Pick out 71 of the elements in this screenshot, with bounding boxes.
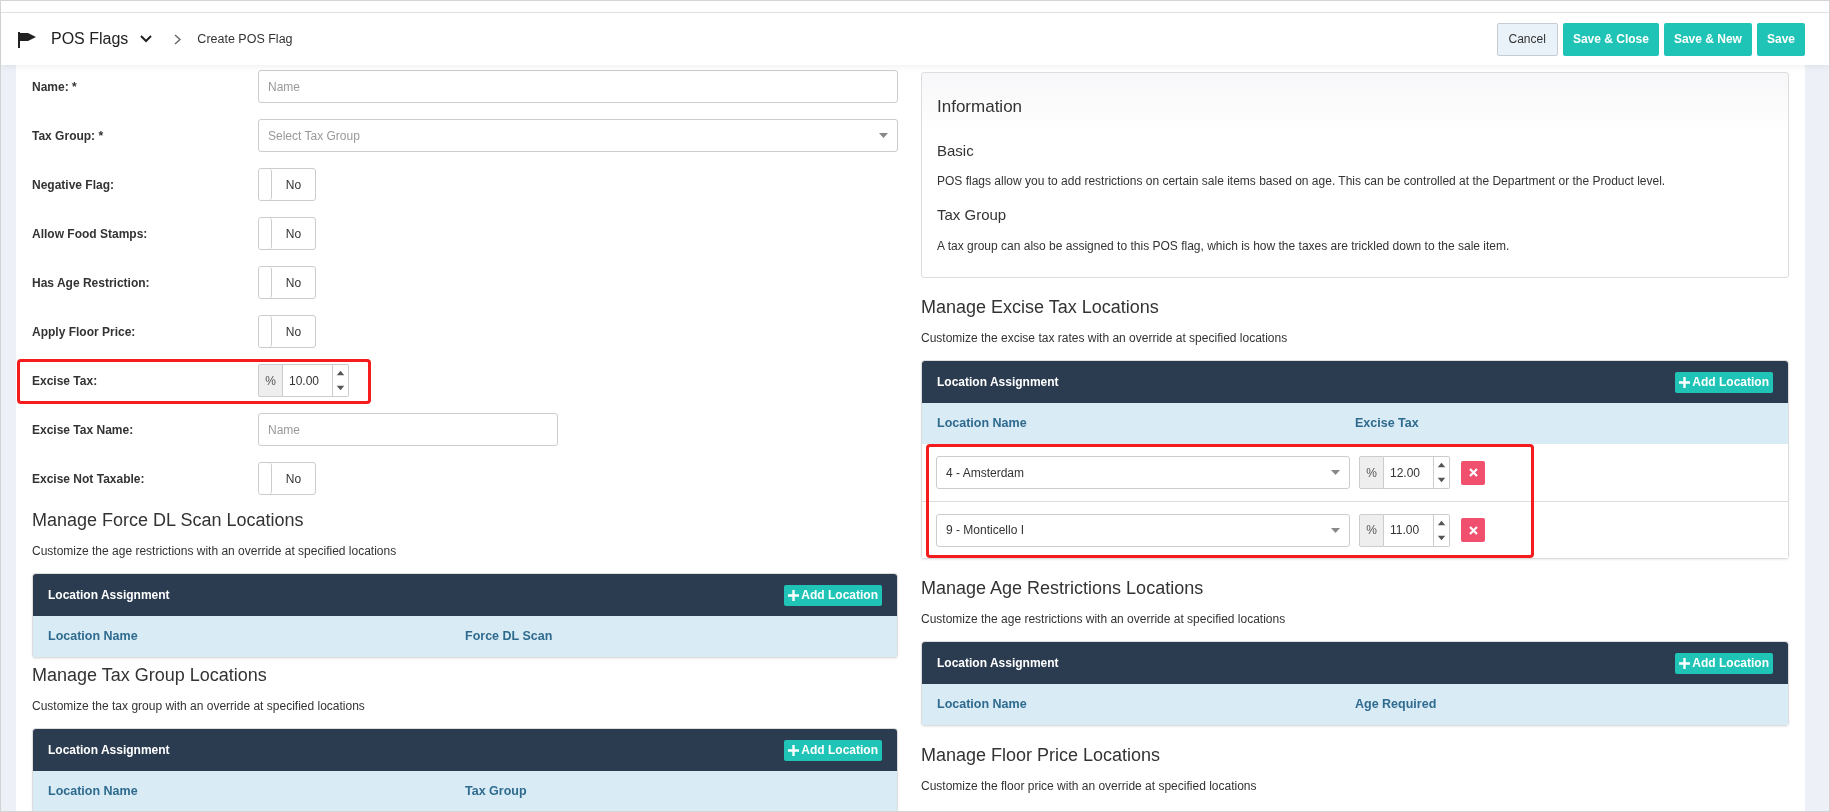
column-header: Location Name xyxy=(937,415,1028,433)
breadcrumb-page: Create POS Flag xyxy=(197,30,293,48)
section-description: Customize the tax group with an override at specified locations xyxy=(32,698,366,715)
flag-icon xyxy=(18,30,37,48)
field-label: Tax Group: * xyxy=(32,127,105,145)
info-heading: Basic xyxy=(937,140,975,161)
toggle-switch[interactable]: No xyxy=(258,217,316,250)
column-header: Tax Group xyxy=(465,783,528,801)
percent-addon: % xyxy=(258,364,283,397)
delete-button[interactable] xyxy=(1461,518,1485,542)
x-icon xyxy=(1468,525,1478,535)
toggle-switch[interactable]: No xyxy=(258,462,316,495)
field-label: Negative Flag: xyxy=(32,176,116,194)
field-label: Excise Not Taxable: xyxy=(32,470,146,488)
field-label: Excise Tax Name: xyxy=(32,421,135,439)
chevron-right-icon xyxy=(174,33,182,45)
caret-icon xyxy=(879,133,888,138)
section-title: Manage Excise Tax Locations xyxy=(921,296,1160,319)
info-text: A tax group can also be assigned to this POS flag, which is how the taxes are trickled down to the sale item. xyxy=(937,237,1511,255)
section-description: Customize the floor price with an override at specified locations xyxy=(921,778,1258,795)
field-label: Has Age Restriction: xyxy=(32,274,151,292)
column-header: Location Name xyxy=(937,696,1028,714)
field-label: Excise Tax: xyxy=(32,372,99,390)
plus-icon xyxy=(788,589,800,601)
spinner-icon[interactable] xyxy=(1434,456,1450,489)
cancel-button[interactable]: Cancel xyxy=(1496,22,1558,56)
column-header: Location Name xyxy=(48,783,139,801)
toggle-switch[interactable]: No xyxy=(258,266,316,299)
panel-title: Location Assignment xyxy=(48,587,170,604)
section-description: Customize the age restrictions with an override at specified locations xyxy=(921,611,1287,628)
field-label: Name: * xyxy=(32,78,78,96)
panel-title: Location Assignment xyxy=(937,655,1059,672)
number-field[interactable]: 10.00 xyxy=(283,364,333,397)
caret-icon xyxy=(1331,527,1340,533)
field-label: Apply Floor Price: xyxy=(32,323,137,341)
number-field[interactable]: 12.00 xyxy=(1384,456,1434,489)
toggle-switch[interactable]: No xyxy=(258,168,316,201)
section-title: Manage Floor Price Locations xyxy=(921,744,1162,767)
card-title: Information xyxy=(937,96,1024,118)
section-title: Manage Age Restrictions Locations xyxy=(921,577,1205,600)
field-label: Allow Food Stamps: xyxy=(32,225,149,243)
column-header: Age Required xyxy=(1355,696,1438,714)
panel-title: Location Assignment xyxy=(937,374,1059,391)
chevron-down-icon[interactable] xyxy=(140,35,153,43)
location-select[interactable]: 4 - Amsterdam xyxy=(936,456,1350,489)
section-title: Manage Force DL Scan Locations xyxy=(32,509,305,532)
section-description: Customize the excise tax rates with an override at specified locations xyxy=(921,330,1289,347)
plus-icon xyxy=(1679,657,1691,669)
plus-icon xyxy=(788,744,800,756)
delete-button[interactable] xyxy=(1461,460,1485,485)
percent-addon: % xyxy=(1359,456,1384,489)
number-field[interactable]: 11.00 xyxy=(1384,513,1434,547)
caret-icon xyxy=(1331,470,1340,475)
x-icon xyxy=(1468,468,1478,477)
section-description: Customize the age restrictions with an override at specified locations xyxy=(32,543,398,560)
info-text: POS flags allow you to add restrictions on certain sale items based on age. This can be controlled at the Department or the Product level. xyxy=(937,173,1667,190)
percent-addon: % xyxy=(1359,513,1384,547)
column-header: Force DL Scan xyxy=(465,628,554,646)
spinner-icon[interactable] xyxy=(333,364,349,397)
column-header: Excise Tax xyxy=(1355,415,1420,433)
module-title[interactable]: POS Flags xyxy=(51,27,129,51)
info-heading: Tax Group xyxy=(937,205,1008,225)
section-title: Manage Tax Group Locations xyxy=(32,664,268,687)
column-header: Location Name xyxy=(48,628,139,646)
toggle-switch[interactable]: No xyxy=(258,315,316,348)
plus-icon xyxy=(1679,376,1691,388)
panel-title: Location Assignment xyxy=(48,742,170,759)
text-field[interactable]: Name xyxy=(258,70,898,103)
text-field[interactable]: Name xyxy=(258,413,558,446)
spinner-icon[interactable] xyxy=(1434,513,1450,547)
location-select[interactable]: 9 - Monticello I xyxy=(936,513,1350,547)
